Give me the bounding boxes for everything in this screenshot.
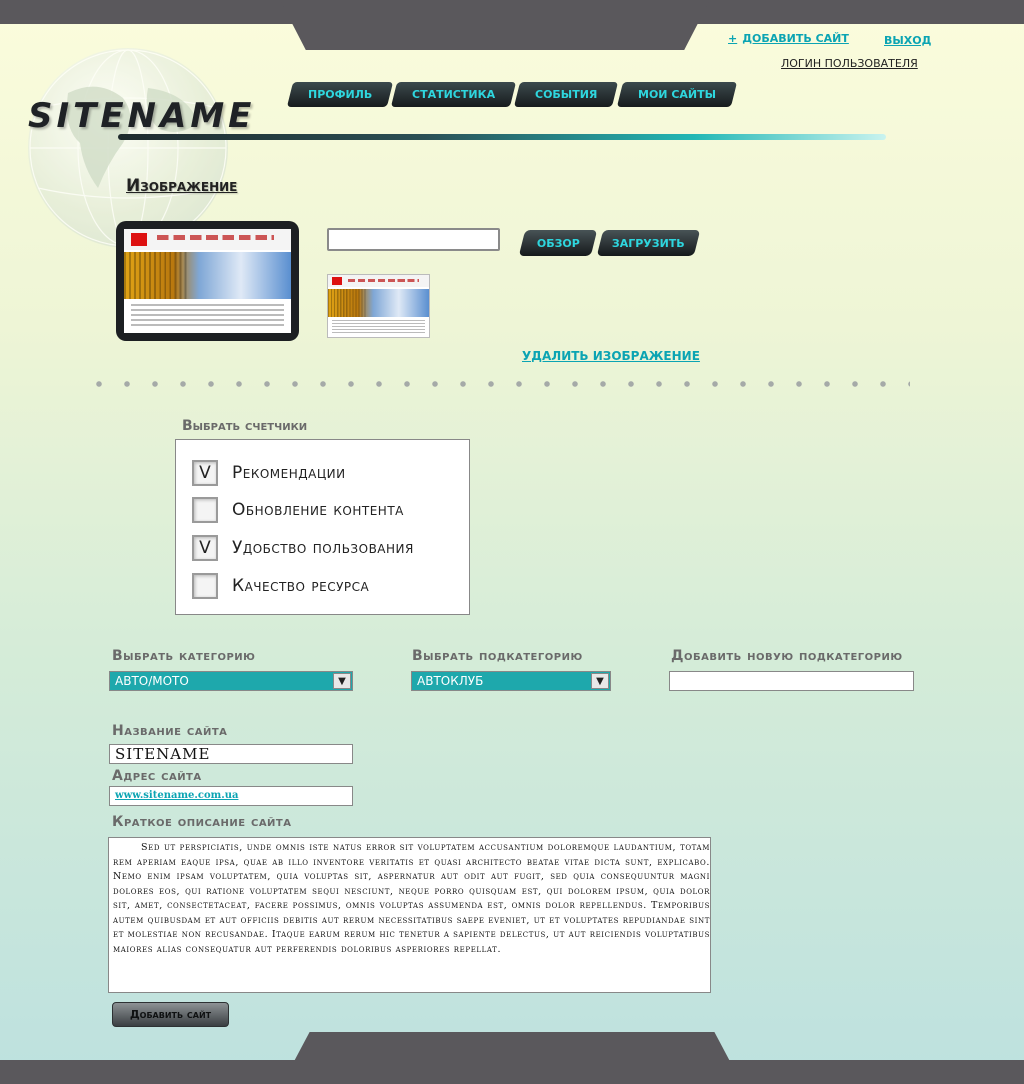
- new-subcategory-label: Добавить новую подкатегорию: [671, 648, 903, 664]
- site-name-input[interactable]: SITENAME: [109, 744, 353, 764]
- add-site-link[interactable]: + добавить сайт: [728, 32, 849, 45]
- header-divider: [118, 134, 886, 140]
- counter-resource-quality-label: Качество ресурса: [232, 576, 370, 596]
- bottom-bar: [0, 1060, 1024, 1084]
- counter-recommendations-label: Рекомендации: [232, 463, 346, 483]
- description-text: Sed ut perspiciatis, unde omnis iste nat…: [113, 842, 710, 955]
- description-label: Краткое описание сайта: [112, 814, 292, 830]
- tab-my-sites[interactable]: мои сайты: [616, 82, 737, 107]
- site-logo: SITENAME: [28, 96, 256, 136]
- counter-resource-quality[interactable]: Качество ресурса: [192, 573, 369, 599]
- counter-usability[interactable]: V Удобство пользования: [192, 535, 414, 561]
- browse-button[interactable]: обзор: [518, 230, 598, 256]
- dotted-divider: [85, 380, 910, 388]
- subcategory-label: Выбрать подкатегорию: [412, 648, 583, 664]
- category-select-value: авто/мото: [115, 674, 189, 688]
- tab-statistics-label: статистика: [412, 88, 496, 101]
- main-nav: профиль статистика события мои сайты: [286, 82, 737, 107]
- site-screenshot-image: [124, 229, 291, 333]
- new-subcategory-input[interactable]: [669, 671, 914, 691]
- image-preview: [116, 221, 299, 341]
- upload-button-label: загрузить: [612, 236, 685, 250]
- counter-content-update-checkbox[interactable]: [192, 497, 218, 523]
- thumbnail-screenshot-image: [328, 275, 429, 337]
- section-title-image: Изображение: [126, 176, 238, 196]
- counter-content-update-label: Обновление контента: [232, 500, 404, 520]
- file-path-input[interactable]: [327, 228, 500, 251]
- site-name-label: Название сайта: [112, 723, 228, 739]
- exit-link[interactable]: выход: [884, 34, 931, 47]
- plus-icon: +: [728, 32, 738, 45]
- upload-button[interactable]: загрузить: [596, 230, 701, 256]
- add-site-button[interactable]: Добавить сайт: [112, 1002, 229, 1027]
- add-site-link-label: добавить сайт: [742, 32, 849, 45]
- tab-profile[interactable]: профиль: [286, 82, 394, 107]
- counters-list: V Рекомендации Обновление контента V Удо…: [175, 439, 470, 615]
- category-label: Выбрать категорию: [112, 648, 256, 664]
- tab-events[interactable]: события: [514, 82, 619, 107]
- counters-label: Выбрать счетчики: [182, 418, 308, 434]
- chevron-down-icon[interactable]: ▼: [333, 673, 351, 689]
- counter-recommendations-checkbox[interactable]: V: [192, 460, 218, 486]
- counter-usability-checkbox[interactable]: V: [192, 535, 218, 561]
- chevron-down-icon[interactable]: ▼: [591, 673, 609, 689]
- description-textarea[interactable]: Sed ut perspiciatis, unde omnis iste nat…: [108, 837, 711, 993]
- top-tab-decoration: [280, 0, 710, 50]
- image-thumbnail: [327, 274, 430, 338]
- counter-content-update[interactable]: Обновление контента: [192, 497, 404, 523]
- subcategory-select-value: автоклуб: [417, 674, 484, 688]
- browse-button-label: обзор: [536, 236, 580, 250]
- counter-resource-quality-checkbox[interactable]: [192, 573, 218, 599]
- tab-statistics[interactable]: статистика: [391, 82, 517, 107]
- tab-events-label: события: [535, 88, 598, 101]
- category-select[interactable]: авто/мото ▼: [109, 671, 353, 691]
- counter-usability-label: Удобство пользования: [232, 538, 414, 558]
- subcategory-select[interactable]: автоклуб ▼: [411, 671, 611, 691]
- tab-profile-label: профиль: [308, 88, 373, 101]
- site-address-label: Адрес сайта: [112, 768, 202, 784]
- user-login-link[interactable]: логин пользователя: [781, 57, 918, 70]
- site-address-input[interactable]: www.sitename.com.ua: [109, 786, 353, 806]
- delete-image-link[interactable]: удалить изображение: [522, 349, 700, 363]
- tab-my-sites-label: мои сайты: [637, 88, 716, 101]
- globe-icon: [28, 48, 228, 248]
- counter-recommendations[interactable]: V Рекомендации: [192, 460, 346, 486]
